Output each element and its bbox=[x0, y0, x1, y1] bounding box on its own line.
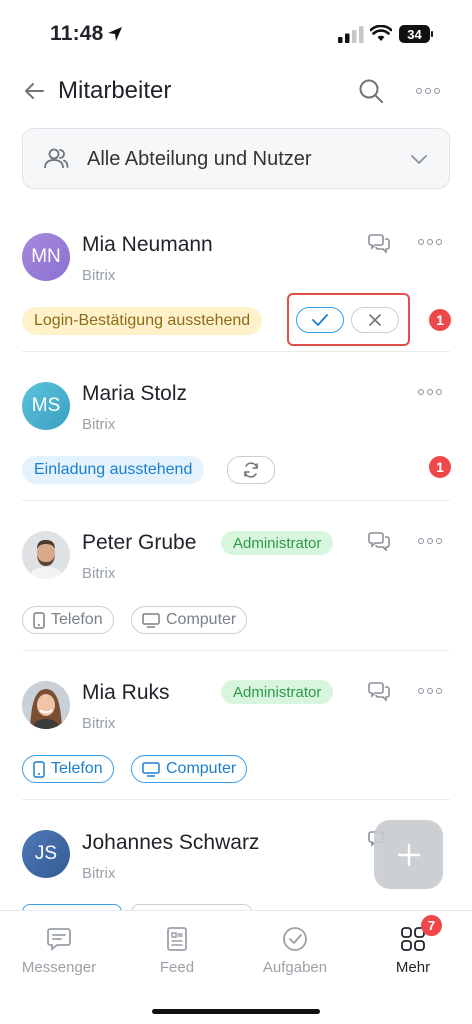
tab-aufgaben[interactable]: Aufgaben bbox=[236, 911, 354, 991]
avatar[interactable]: JS bbox=[22, 830, 70, 878]
device-chip-computer: Computer bbox=[131, 606, 248, 634]
divider bbox=[22, 351, 450, 352]
person-photo-icon bbox=[22, 531, 70, 579]
refresh-icon bbox=[244, 462, 258, 478]
notification-badge: 1 bbox=[429, 456, 451, 478]
user-name[interactable]: Mia Neumann bbox=[82, 233, 213, 257]
status-badge: Einladung ausstehend bbox=[22, 456, 205, 484]
device-label: Telefon bbox=[51, 611, 103, 628]
add-user-button[interactable] bbox=[374, 820, 443, 889]
tab-label: Aufgaben bbox=[262, 959, 328, 976]
tab-label: Feed bbox=[159, 959, 195, 976]
battery-tip bbox=[431, 31, 433, 37]
avatar[interactable]: MN bbox=[22, 233, 70, 281]
tab-feed[interactable]: Feed bbox=[118, 911, 236, 991]
user-more-icon[interactable] bbox=[418, 388, 442, 396]
role-badge: Administrator bbox=[221, 531, 334, 555]
bottom-tab-bar: Messenger Feed Aufgaben Mehr 7 bbox=[0, 910, 472, 1024]
user-name[interactable]: Peter Grube bbox=[82, 531, 196, 555]
cellular-signal-icon bbox=[338, 26, 364, 43]
device-label: Computer bbox=[166, 611, 237, 628]
user-more-icon[interactable] bbox=[418, 537, 442, 545]
computer-icon bbox=[142, 761, 160, 777]
avatar-initials: JS bbox=[34, 843, 58, 864]
plus-icon bbox=[397, 843, 420, 866]
status-time: 11:48 bbox=[50, 22, 104, 45]
user-company: Bitrix bbox=[82, 715, 116, 732]
resend-invite-button[interactable] bbox=[227, 456, 275, 484]
chevron-down-icon bbox=[411, 155, 427, 164]
location-arrow-icon bbox=[108, 27, 122, 41]
divider bbox=[22, 799, 450, 800]
avatar[interactable] bbox=[22, 681, 70, 729]
computer-icon bbox=[142, 612, 160, 628]
tab-mehr[interactable]: Mehr 7 bbox=[354, 911, 472, 991]
highlight-frame bbox=[287, 293, 410, 346]
filter-label: Alle Abteilung und Nutzer bbox=[87, 148, 312, 170]
user-more-icon[interactable] bbox=[418, 687, 442, 695]
avatar[interactable]: MS bbox=[22, 382, 70, 430]
chat-icon[interactable] bbox=[368, 531, 390, 551]
chat-icon[interactable] bbox=[368, 233, 390, 253]
header-more-icon[interactable] bbox=[416, 87, 440, 95]
chat-icon[interactable] bbox=[368, 681, 390, 701]
tab-label: Mehr bbox=[395, 959, 431, 976]
user-more-icon[interactable] bbox=[418, 238, 442, 246]
avatar-initials: MN bbox=[31, 246, 61, 267]
feed-icon bbox=[167, 927, 187, 951]
back-arrow-icon[interactable] bbox=[23, 80, 45, 102]
phone-icon bbox=[33, 611, 45, 629]
avatar[interactable] bbox=[22, 531, 70, 579]
user-company: Bitrix bbox=[82, 565, 116, 582]
device-chip-phone: Telefon bbox=[22, 755, 114, 783]
device-chip-computer: Computer bbox=[131, 755, 248, 783]
check-circle-icon bbox=[283, 927, 307, 951]
avatar-initials: MS bbox=[31, 395, 61, 416]
tab-badge: 7 bbox=[421, 915, 442, 936]
department-filter-dropdown[interactable]: Alle Abteilung und Nutzer bbox=[22, 128, 450, 189]
notification-badge: 1 bbox=[429, 309, 451, 331]
user-name[interactable]: Maria Stolz bbox=[82, 382, 187, 406]
divider bbox=[22, 500, 450, 501]
search-icon[interactable] bbox=[358, 78, 384, 104]
user-company: Bitrix bbox=[82, 267, 116, 284]
device-chip-phone: Telefon bbox=[22, 606, 114, 634]
tab-messenger[interactable]: Messenger bbox=[0, 911, 118, 991]
divider bbox=[22, 650, 450, 651]
person-photo-icon bbox=[22, 681, 70, 729]
role-badge: Administrator bbox=[221, 680, 334, 704]
home-indicator bbox=[152, 1009, 320, 1014]
battery-icon: 34 bbox=[399, 25, 430, 43]
user-company: Bitrix bbox=[82, 416, 116, 433]
wifi-icon bbox=[370, 25, 392, 41]
user-name[interactable]: Johannes Schwarz bbox=[82, 831, 259, 855]
messenger-icon bbox=[47, 928, 71, 951]
phone-icon bbox=[33, 760, 45, 778]
battery-level: 34 bbox=[407, 26, 422, 42]
user-company: Bitrix bbox=[82, 865, 116, 882]
page-title: Mitarbeiter bbox=[58, 77, 172, 104]
status-badge: Login-Bestätigung ausstehend bbox=[22, 307, 263, 335]
device-label: Telefon bbox=[51, 760, 103, 777]
user-name[interactable]: Mia Ruks bbox=[82, 681, 170, 705]
device-label: Computer bbox=[166, 760, 237, 777]
users-group-icon bbox=[44, 148, 69, 169]
status-bar: 11:48 34 bbox=[0, 0, 472, 70]
tab-label: Messenger bbox=[21, 959, 97, 976]
